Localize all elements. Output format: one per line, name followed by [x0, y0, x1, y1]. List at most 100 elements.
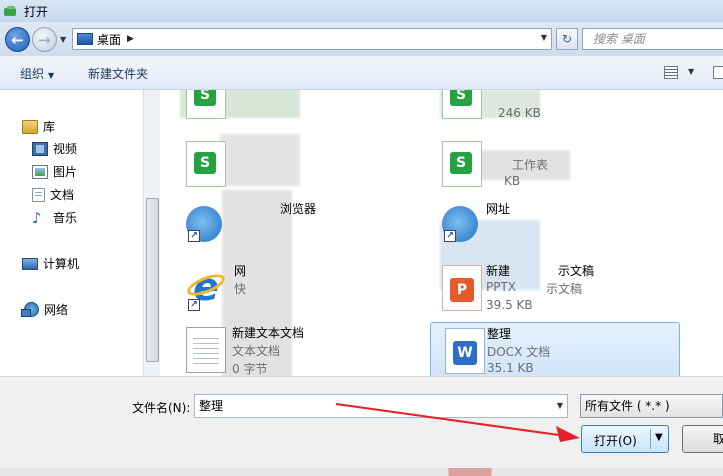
taskbar-strip: [0, 468, 723, 476]
organize-label: 组织: [20, 67, 45, 81]
file-name: 新建: [486, 264, 511, 278]
nav-item-music[interactable]: ♪ 音乐: [32, 209, 77, 226]
list-item[interactable]: ↗ 浏览器: [172, 198, 422, 256]
nav-label: 图片: [53, 165, 78, 179]
file-name: 网址: [486, 202, 511, 216]
nav-scrollbar[interactable]: [143, 90, 160, 376]
window-title: 打开: [24, 4, 49, 19]
search-input[interactable]: 搜索 桌面: [582, 28, 723, 50]
list-item[interactable]: S: [172, 136, 422, 194]
view-dropdown-icon[interactable]: ▼: [688, 67, 694, 76]
app-icon: [4, 5, 18, 17]
list-item[interactable]: P 新建 示文稿 PPTX 示文稿 39.5 KB: [428, 260, 678, 318]
file-size: 0 字节: [232, 362, 268, 376]
presentation-file-icon: P: [442, 265, 482, 311]
file-type: PPTX: [486, 280, 517, 294]
refresh-button[interactable]: ↻: [556, 28, 578, 50]
spreadsheet-file-icon: S: [442, 90, 482, 119]
history-dropdown-icon[interactable]: ▼: [60, 35, 66, 44]
address-dropdown-icon[interactable]: ▼: [541, 33, 547, 42]
pictures-icon: [32, 164, 48, 179]
list-item-selected[interactable]: W 整理 DOCX 文档 35.1 KB: [430, 322, 680, 376]
new-folder-button[interactable]: 新建文件夹: [88, 65, 148, 82]
breadcrumb-desktop[interactable]: 桌面: [97, 31, 121, 48]
file-name: 网: [234, 264, 247, 278]
address-bar[interactable]: 桌面 ▶ ▼: [72, 28, 552, 50]
browser-icon: ↗: [442, 206, 478, 242]
nav-item-pictures[interactable]: 图片: [32, 163, 77, 180]
desktop-icon: [77, 33, 93, 45]
open-dropdown-icon[interactable]: ▼: [655, 432, 663, 443]
list-item[interactable]: e ↗ 网 快: [172, 260, 422, 318]
list-item[interactable]: S 工作表 KB: [428, 136, 678, 194]
split-divider: [650, 429, 651, 449]
arrow-head: [556, 426, 580, 442]
nav-item-documents[interactable]: 文档: [32, 186, 74, 203]
file-name: 新建文本文档: [232, 326, 305, 340]
video-icon: [32, 141, 48, 156]
nav-item-network[interactable]: 网络: [21, 301, 69, 318]
nav-item-video[interactable]: 视频: [32, 140, 77, 157]
music-note-icon: ♪: [32, 208, 42, 227]
file-type: DOCX 文档: [487, 345, 551, 359]
file-name: 浏览器: [280, 202, 317, 216]
preview-pane-icon[interactable]: [713, 66, 723, 79]
address-row: ← → ▼ 桌面 ▶ ▼ ↻ 搜索 桌面: [0, 22, 723, 56]
filetype-select[interactable]: 所有文件 ( *.* ): [580, 394, 723, 418]
file-type-suffix: 示文稿: [546, 282, 583, 296]
internet-explorer-icon: e ↗: [184, 265, 228, 311]
nav-label: 音乐: [53, 211, 78, 225]
arrow-right-icon: →: [38, 30, 51, 49]
file-size: 39.5 KB: [486, 298, 533, 312]
list-item[interactable]: S 246 KB: [428, 90, 678, 126]
nav-label: 网络: [44, 303, 69, 317]
title-bar: 打开: [0, 0, 723, 22]
list-item[interactable]: ↗ 网址: [428, 198, 678, 256]
open-button[interactable]: 打开(O) ▼: [581, 425, 669, 453]
file-type: 快: [234, 282, 247, 296]
chevron-down-icon: ▼: [48, 71, 55, 80]
nav-label: 计算机: [43, 257, 80, 271]
back-button[interactable]: ←: [5, 27, 30, 52]
file-list: S S 246 KB S S 工作表 KB ↗ 浏览器 ↗ 网址 e ↗ 网 快 …: [160, 90, 723, 376]
refresh-icon: ↻: [561, 32, 573, 46]
scrollbar-thumb[interactable]: [146, 198, 159, 362]
shortcut-arrow-icon: ↗: [444, 230, 456, 242]
cancel-button[interactable]: 取消: [682, 425, 723, 453]
file-size: 246 KB: [498, 106, 541, 120]
annotation-arrow-icon: [335, 403, 580, 442]
file-size: 35.1 KB: [487, 361, 534, 375]
word-file-icon: W: [445, 328, 485, 374]
nav-label: 视频: [53, 142, 78, 156]
file-name: 整理: [487, 327, 512, 341]
nav-item-computer[interactable]: 计算机: [22, 255, 79, 272]
nav-label: 库: [43, 120, 56, 134]
list-item[interactable]: 新建文本文档 文本文档 0 字节: [172, 322, 422, 376]
shortcut-arrow-icon: ↗: [188, 299, 200, 311]
network-icon: [21, 302, 39, 317]
organize-button[interactable]: 组织 ▼: [20, 65, 54, 82]
breadcrumb-chevron-icon[interactable]: ▶: [127, 34, 134, 44]
filename-label: 文件名(N):: [132, 401, 191, 415]
list-item[interactable]: S: [172, 90, 422, 126]
browser-icon: ↗: [186, 206, 222, 242]
file-name-suffix: 示文稿: [558, 264, 595, 278]
filename-value: 整理: [199, 399, 224, 413]
computer-icon: [22, 257, 38, 270]
open-label: 打开(O): [594, 434, 637, 448]
file-type: 文本文档: [232, 344, 281, 358]
spreadsheet-file-icon: S: [186, 141, 226, 187]
spreadsheet-file-icon: S: [186, 90, 226, 119]
file-size: KB: [504, 174, 521, 188]
arrow-shaft: [335, 403, 567, 437]
text-file-icon: [186, 327, 226, 373]
nav-item-library[interactable]: 库: [22, 118, 55, 135]
forward-button[interactable]: →: [32, 27, 57, 52]
library-icon: [22, 119, 38, 134]
nav-label: 文档: [50, 188, 75, 202]
view-options-icon[interactable]: [664, 66, 678, 79]
shortcut-arrow-icon: ↗: [188, 230, 200, 242]
file-type: 工作表: [512, 158, 549, 172]
toolbar: 组织 ▼ 新建文件夹 ▼: [0, 56, 723, 90]
arrow-left-icon: ←: [11, 30, 24, 49]
